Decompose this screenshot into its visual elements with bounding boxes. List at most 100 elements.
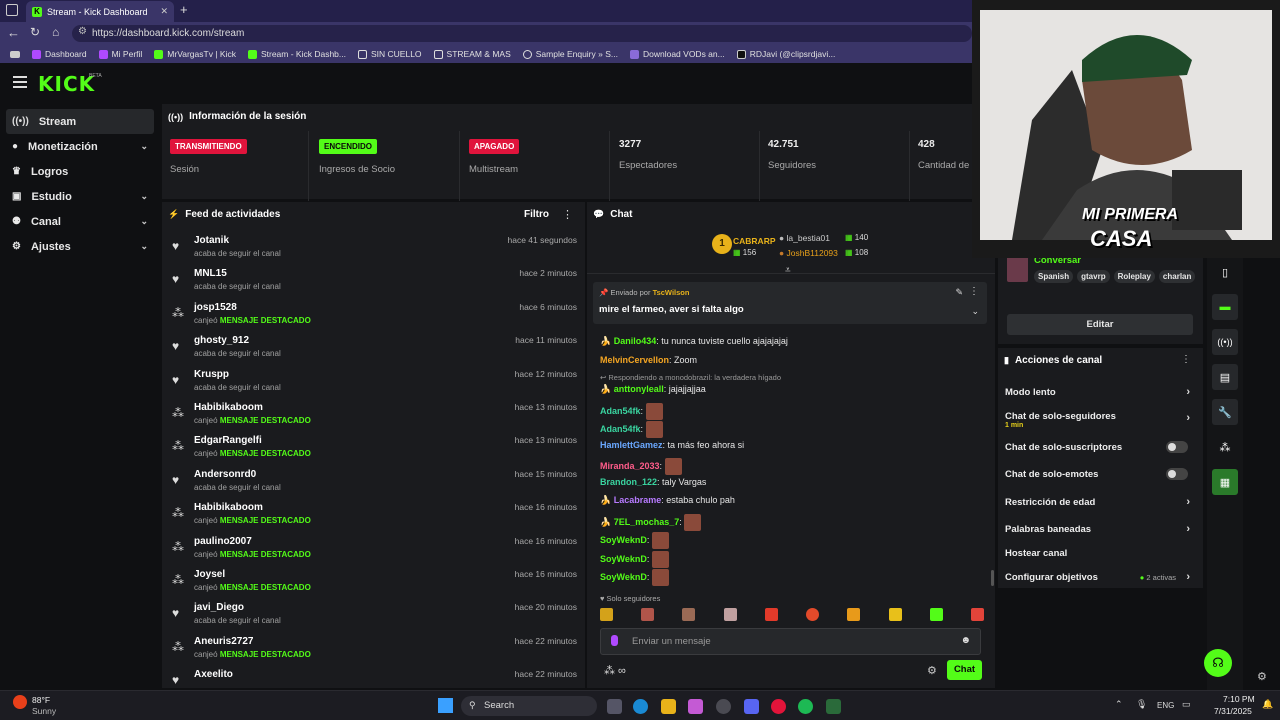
site-info-icon[interactable]: ⚙ <box>78 26 87 37</box>
app-icon[interactable] <box>826 699 841 714</box>
chat-username[interactable]: Adan54fk <box>600 405 641 415</box>
tray-chevron-icon[interactable]: ⌃ <box>1115 699 1123 710</box>
reload-icon[interactable]: ↻ <box>30 25 40 39</box>
more-options-icon[interactable]: ⋮ <box>562 208 573 221</box>
points-icon[interactable]: ⁂ <box>1212 434 1238 460</box>
hamburger-icon[interactable] <box>13 76 27 88</box>
feed-username[interactable]: josp1528 <box>194 302 237 313</box>
bookmark[interactable]: Sample Enquiry » S... <box>522 49 618 59</box>
chat-message[interactable]: 🍌 Danilo434: tu nunca tuviste cuello aja… <box>600 336 788 347</box>
feed-username[interactable]: Habibikaboom <box>194 502 263 513</box>
feed-username[interactable]: Habibikaboom <box>194 402 263 413</box>
kick-logo[interactable]: KICK <box>38 72 95 96</box>
feed-item[interactable]: ♥ Andersonrd0 acaba de seguir el canal hac… <box>162 466 585 499</box>
feed-item[interactable]: ⁂ paulino2007 canjeó MENSAJE DESTACADO hace… <box>162 533 585 566</box>
browser-tab[interactable]: K Stream - Kick Dashboard ✕ <box>26 1 174 22</box>
feed-item[interactable]: ⁂ EdgarRangelfi canjeó MENSAJE DESTACADO ha… <box>162 432 585 465</box>
chat-username[interactable]: SoyWeknD <box>600 553 647 563</box>
emote-icon[interactable] <box>847 608 861 621</box>
feed-username[interactable]: ghosty_912 <box>194 335 249 346</box>
chat-message[interactable]: Adan54fk: <box>600 402 663 420</box>
feed-username[interactable]: Joysel <box>194 569 225 580</box>
bookmark[interactable]: MrVargasTv | Kick <box>154 49 236 59</box>
chat-message[interactable]: SoyWeknD: <box>600 550 669 568</box>
chat-message[interactable]: 🍌 anttonyleall: jajajjajjaa <box>600 384 706 395</box>
chat-message[interactable]: SoyWeknD: <box>600 532 669 549</box>
emote-icon[interactable] <box>723 608 737 621</box>
leader-second[interactable]: ● la_bestia01 <box>779 233 830 243</box>
send-chat-button[interactable]: Chat <box>947 660 982 680</box>
action-slow-mode[interactable]: Modo lento › <box>998 380 1198 404</box>
more-options-icon[interactable]: ⋮ <box>969 286 979 297</box>
feed-item[interactable]: ♥ Kruspp acaba de seguir el canal hace 12 … <box>162 366 585 399</box>
edit-button[interactable]: Editar <box>1007 314 1193 335</box>
feed-username[interactable]: Jotanik <box>194 235 229 246</box>
close-tab-icon[interactable]: ✕ <box>160 6 168 17</box>
emote-icon[interactable] <box>600 608 613 621</box>
chat-input[interactable]: Enviar un mensaje ☻ <box>600 628 981 655</box>
clock-date[interactable]: 7/31/2025 <box>1214 706 1252 716</box>
chat-username[interactable]: HamlettGamez <box>600 440 663 450</box>
sidebar-item-estudio[interactable]: ▣ Estudio ⌄ <box>6 184 154 209</box>
broadcast-icon[interactable]: ((•)) <box>1212 329 1238 355</box>
language-indicator[interactable]: ENG <box>1157 701 1174 710</box>
feed-username[interactable]: Andersonrd0 <box>194 469 256 480</box>
gear-icon[interactable]: ⚙ <box>927 664 937 677</box>
tag[interactable]: charlan <box>1158 270 1196 283</box>
edge-icon[interactable] <box>633 699 648 714</box>
sidebar-item-canal[interactable]: ⚉ Canal ⌄ <box>6 209 154 234</box>
chat-message[interactable]: MelvinCervellon: Zoom <box>600 355 697 365</box>
new-tab-button[interactable]: + <box>180 2 188 17</box>
wrench-icon[interactable]: 🔧 <box>1212 399 1238 425</box>
bookmark[interactable]: Download VODs an... <box>629 49 725 59</box>
mic-tray-icon[interactable]: 🎙 <box>1136 699 1147 710</box>
emote-icon[interactable] <box>888 608 902 621</box>
chat-message[interactable]: 🍌 7EL_mochas_7: <box>600 513 702 531</box>
emote-icon[interactable] <box>682 608 696 621</box>
emote-icon[interactable] <box>970 608 984 621</box>
bookmark[interactable]: Stream - Kick Dashb... <box>247 49 346 59</box>
chat-message[interactable]: Adan54fk: <box>600 421 663 438</box>
tag[interactable]: Roleplay <box>1113 270 1155 283</box>
expand-icon[interactable]: ⩡ <box>785 265 791 276</box>
leader-third[interactable]: ● JoshB112093 <box>779 248 838 258</box>
toggle-switch[interactable] <box>1166 468 1188 480</box>
feed-item[interactable]: ♥ ghosty_912 acaba de seguir el canal hace… <box>162 332 585 365</box>
action-goals[interactable]: Configurar objetivos ● 2 activas › <box>998 565 1198 589</box>
spotify-icon[interactable] <box>798 699 813 714</box>
bookmark[interactable]: RDJavi (@clipsrdjavi... <box>736 49 835 59</box>
support-button[interactable]: ☊ <box>1204 649 1232 677</box>
leader-name[interactable]: CABRARP <box>733 236 776 246</box>
settings-icon[interactable]: ⚙ <box>1257 670 1267 683</box>
mic-icon[interactable] <box>611 635 618 646</box>
feed-username[interactable]: EdgarRangelfi <box>194 435 262 446</box>
feed-item[interactable]: ♥ MNL15 acaba de seguir el canal hace 2 mi… <box>162 265 585 298</box>
copilot-icon[interactable] <box>688 699 703 714</box>
chat-message[interactable]: 🍌 Lacabrame: estaba chulo pah <box>600 495 735 506</box>
chat-message[interactable]: SoyWeknD: <box>600 569 669 586</box>
network-icon[interactable]: ▭ <box>1182 699 1191 710</box>
bookmark[interactable]: Mi Perfil <box>98 49 142 59</box>
feed-item[interactable]: ⁂ Joysel canjeó MENSAJE DESTACADO hace 16 m… <box>162 566 585 599</box>
file-explorer-icon[interactable] <box>661 699 676 714</box>
chat-username[interactable]: Adan54fk <box>600 424 641 434</box>
emote-icon[interactable] <box>929 608 943 621</box>
sidebar-item-ajustes[interactable]: ⚙ Ajustes ⌄ <box>6 234 154 259</box>
chat-message[interactable]: HamlettGamez: ta más feo ahora si <box>600 440 744 450</box>
feed-item[interactable]: ⁂ Aneuris2727 canjeó MENSAJE DESTACADO hace… <box>162 633 585 666</box>
emote-icon[interactable] <box>764 608 778 621</box>
bookmarks-icon[interactable] <box>10 50 20 58</box>
layout-icon[interactable]: ▤ <box>1212 364 1238 390</box>
action-banned-words[interactable]: Palabras baneadas › <box>998 517 1198 541</box>
notifications-icon[interactable]: 🔔 <box>1262 699 1273 710</box>
url-field[interactable]: ⚙ https://dashboard.kick.com/stream <box>72 25 972 42</box>
bookmark[interactable]: Dashboard <box>32 49 87 59</box>
bookmark-folder[interactable]: SIN CUELLO <box>357 49 422 59</box>
action-emotes-only[interactable]: Chat de solo-emotes <box>998 462 1198 486</box>
tag[interactable]: gtavrp <box>1077 270 1110 283</box>
pinned-message[interactable]: 📌 Enviado por TscWilson mire el farmeo, … <box>593 282 987 324</box>
chat-username[interactable]: SoyWeknD <box>600 535 647 545</box>
points-icon[interactable]: ⁂ ∞ <box>604 664 626 677</box>
chat-icon[interactable]: ▬ <box>1212 294 1238 320</box>
chat-username[interactable]: MelvinCervellon <box>600 355 669 365</box>
